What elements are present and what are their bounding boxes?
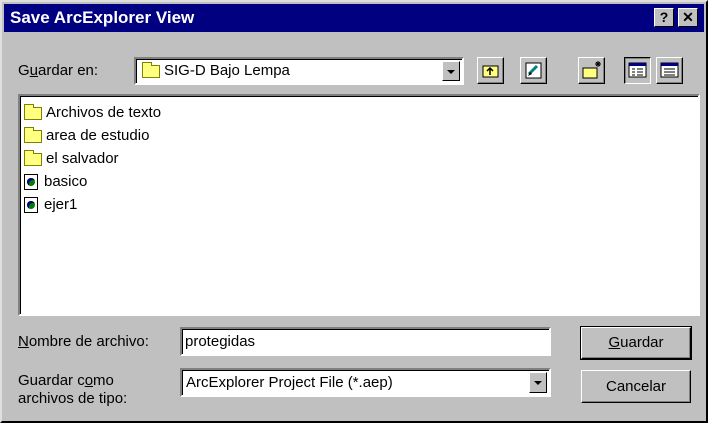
- folder-icon: [24, 126, 42, 143]
- filename-label: Nombre de archivo:: [18, 333, 149, 350]
- file-list[interactable]: Archivos de texto area de estudio el sal…: [18, 94, 700, 316]
- go-to-home-icon: [525, 62, 542, 79]
- folder-icon: [142, 61, 160, 78]
- list-item[interactable]: el salvador: [24, 147, 119, 170]
- title-bar[interactable]: Save ArcExplorer View ? ✕: [4, 4, 704, 32]
- filetype-dropdown[interactable]: ArcExplorer Project File (*.aep): [180, 368, 551, 397]
- chevron-down-icon[interactable]: [442, 61, 460, 81]
- details-view-icon: [660, 62, 679, 78]
- list-item[interactable]: basico: [24, 170, 87, 193]
- chevron-down-icon[interactable]: [529, 372, 547, 393]
- filetype-value: ArcExplorer Project File (*.aep): [186, 374, 393, 391]
- filetype-label: Guardar como archivos de tipo:: [18, 372, 128, 407]
- save-in-label: Guardar en:: [18, 62, 99, 79]
- new-folder-icon: [582, 61, 601, 79]
- folder-icon: [24, 103, 42, 120]
- new-folder-button[interactable]: [578, 57, 605, 84]
- filename-value: protegidas: [185, 333, 256, 350]
- folder-icon: [24, 149, 42, 166]
- window-title: Save ArcExplorer View: [10, 8, 195, 27]
- cancel-button[interactable]: Cancelar: [581, 370, 691, 403]
- save-button-face: Guardar: [581, 327, 691, 359]
- save-in-dropdown[interactable]: SIG-D Bajo Lempa: [134, 57, 464, 85]
- list-item[interactable]: ejer1: [24, 193, 77, 216]
- save-button[interactable]: Guardar: [580, 326, 692, 360]
- save-in-value: SIG-D Bajo Lempa: [164, 62, 290, 79]
- close-button[interactable]: ✕: [678, 8, 698, 27]
- list-view-icon: [628, 62, 647, 78]
- help-button[interactable]: ?: [654, 8, 674, 27]
- save-dialog: Save ArcExplorer View ? ✕ Guardar en: SI…: [0, 0, 708, 423]
- project-file-icon: [24, 197, 38, 214]
- go-to-home-button[interactable]: [520, 57, 547, 84]
- up-one-level-icon: [482, 65, 499, 78]
- up-one-level-button[interactable]: [477, 57, 504, 84]
- filename-input[interactable]: protegidas: [180, 327, 551, 356]
- list-item[interactable]: area de estudio: [24, 124, 149, 147]
- project-file-icon: [24, 174, 38, 191]
- list-view-button[interactable]: [624, 57, 651, 84]
- list-item[interactable]: Archivos de texto: [24, 101, 161, 124]
- details-view-button[interactable]: [656, 57, 683, 84]
